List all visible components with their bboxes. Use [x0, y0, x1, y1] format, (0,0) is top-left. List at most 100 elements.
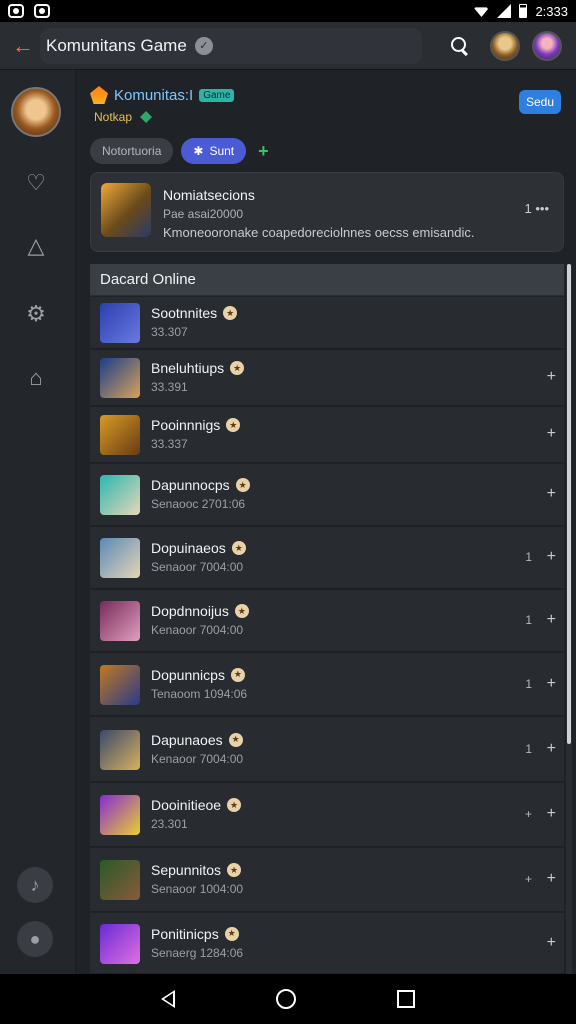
system-nav-bar [0, 974, 576, 1024]
badge-icon: ★ [234, 604, 249, 618]
member-name-wrap: Dopdnnoijus ★ [151, 603, 249, 619]
member-avatar [100, 664, 140, 705]
list-item[interactable]: Pooinnnigs ★ 33.337 + [90, 407, 564, 463]
left-rail: ♡ △ ⚙ ⌂ ♪ ● [0, 70, 76, 974]
badge-icon: ★ [227, 863, 242, 877]
profile-avatar[interactable] [11, 87, 61, 137]
list-item[interactable]: Sepunnitos ★ Senaoor 1004:00 + + [90, 848, 564, 912]
community-header: Komunitas:I Game Notkap Notortuoria ✱ Su… [90, 80, 570, 164]
add-member-button[interactable]: + [547, 485, 556, 503]
heart-icon[interactable]: ♡ [23, 170, 49, 196]
member-avatar [100, 358, 140, 398]
badge-icon: ★ [228, 732, 243, 747]
member-name-wrap: Bneluhtiups ★ [151, 360, 245, 376]
add-member-button[interactable]: + [547, 675, 556, 693]
signal-icon [497, 4, 512, 18]
check-icon: ✓ [194, 36, 213, 55]
scrollbar-thumb[interactable] [567, 264, 571, 744]
add-member-button[interactable]: + [547, 870, 556, 888]
badge-icon: ★ [230, 361, 245, 375]
list-item[interactable]: Dapunnocps ★ Senaooc 2701:06 + [90, 464, 564, 526]
chip-filter[interactable]: ✱ Sunt [181, 138, 247, 164]
member-name: Dopuinaeos [151, 540, 226, 556]
member-avatar [100, 923, 140, 964]
member-name: Pooinnnigs [151, 417, 221, 433]
avatar[interactable] [490, 30, 520, 61]
search-icon[interactable] [450, 36, 470, 56]
triangle-icon[interactable]: △ [23, 233, 49, 259]
follow-button[interactable]: Sedu [519, 90, 561, 114]
add-member-button[interactable]: + [547, 740, 556, 758]
member-count: 1 [525, 741, 532, 756]
member-name: Dopdnnoijus [151, 603, 229, 619]
list-item[interactable]: Ponitinicps ★ Senaerg 1284:06 + [90, 913, 564, 974]
list-item[interactable]: Dapunaoes ★ Kenaoor 7004:00 1 + [90, 717, 564, 782]
section-header: Dacard Online [90, 264, 564, 296]
back-arrow-icon[interactable]: ← [12, 34, 34, 57]
community-subtitle: Notkap [94, 110, 133, 124]
add-member-button[interactable]: + [547, 934, 556, 952]
chip-label: Notortuoria [102, 144, 162, 158]
member-name-wrap: Pooinnnigs ★ [151, 417, 241, 433]
leaf-icon [140, 111, 153, 123]
member-name-wrap: Sootnnites ★ [151, 305, 238, 321]
member-count: + [524, 807, 532, 821]
member-count: 1 [525, 676, 532, 691]
list-item[interactable]: Dopdnnoijus ★ Kenaoor 7004:00 1 + [90, 590, 564, 652]
member-name: Ponitinicps [151, 925, 219, 942]
add-member-button[interactable]: + [547, 368, 556, 386]
dot-icon[interactable]: ● [17, 921, 53, 957]
badge-icon: ★ [223, 306, 238, 320]
member-name: Bneluhtiups [151, 360, 225, 376]
member-avatar [100, 860, 140, 900]
gear-icon[interactable]: ⚙ [23, 301, 49, 327]
status-badge: Game [199, 88, 235, 102]
chip-members[interactable]: Notortuoria [90, 138, 174, 164]
member-name-wrap: Dapunaoes ★ [151, 732, 243, 748]
add-member-button[interactable]: + [547, 805, 556, 823]
add-member-button[interactable]: + [547, 548, 556, 566]
scrollbar[interactable] [566, 264, 572, 974]
top-bar: ← Komunitans Game ✓ [0, 22, 576, 70]
member-status: Senaerg 1284:06 [151, 945, 244, 960]
badge-icon: ★ [231, 541, 246, 555]
nav-recents-icon[interactable] [397, 990, 416, 1008]
sparkle-icon: ✱ [193, 144, 204, 158]
list-item[interactable]: Bneluhtiups ★ 33.391 + [90, 350, 564, 406]
member-status: 33.337 [151, 437, 188, 451]
card-thumbnail [101, 183, 151, 237]
list-item[interactable]: Sootnnites ★ 33.307 [90, 297, 564, 349]
member-status: Kenaoor 7004:00 [151, 751, 244, 766]
card-title: Nomiatsecions [163, 187, 255, 203]
member-avatar [100, 538, 140, 578]
member-avatar [100, 415, 140, 455]
wifi-icon [473, 7, 490, 17]
list-item[interactable]: Dopunnicps ★ Tenaoom 1094:06 1 + [90, 653, 564, 716]
music-icon[interactable]: ♪ [17, 867, 53, 903]
home-icon[interactable]: ⌂ [23, 365, 49, 391]
community-title[interactable]: Komunitans Game ✓ [40, 27, 422, 64]
member-status: 33.391 [151, 380, 188, 394]
more-icon[interactable]: 1 ••• [525, 201, 550, 216]
add-icon[interactable]: + [258, 141, 269, 162]
nav-home-icon[interactable] [275, 989, 296, 1009]
app-notification-icon [34, 4, 50, 18]
add-member-button[interactable]: + [547, 425, 556, 443]
card-description: Kmoneooro­nake coapedoreciolnnes oecss e… [163, 225, 475, 240]
list-item[interactable]: Dooinitieoe ★ 23.301 + + [90, 783, 564, 847]
nav-back-icon[interactable] [160, 990, 175, 1008]
featured-card[interactable]: Nomiatsecions Pae asai20000 Kmoneooro­na… [90, 172, 564, 252]
member-avatar [100, 729, 140, 770]
member-status: 33.307 [151, 325, 188, 339]
member-name-wrap: Dapunnocps ★ [151, 477, 250, 493]
add-member-button[interactable]: + [547, 611, 556, 629]
list-item[interactable]: Dopuinaeos ★ Senaoor 7004:00 1 + [90, 527, 564, 589]
member-avatar [100, 303, 140, 343]
member-name: Dopunnicps [151, 666, 225, 683]
member-name-wrap: Ponitinicps ★ [151, 926, 239, 942]
member-name: Dooinitieoe [151, 797, 222, 813]
badge-icon: ★ [230, 667, 245, 682]
member-status: Tenaoom 1094:06 [151, 686, 248, 701]
avatar[interactable] [532, 30, 562, 61]
member-avatar [100, 475, 140, 515]
